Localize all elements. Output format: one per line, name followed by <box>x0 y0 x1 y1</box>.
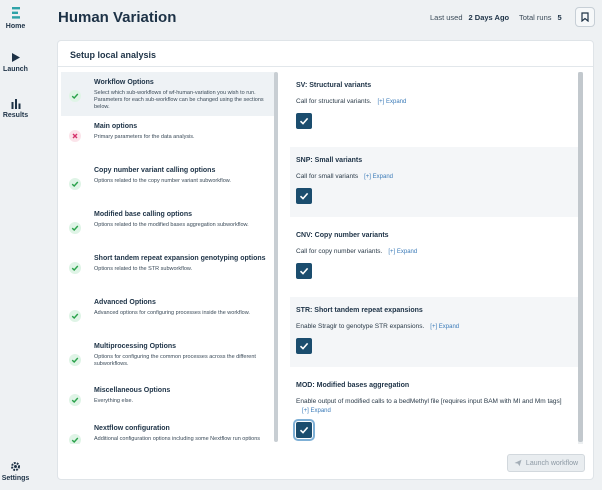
error-x-icon <box>69 130 81 142</box>
step-desc: Everything else. <box>94 398 134 404</box>
option-desc: Call for small variants <box>296 173 359 180</box>
step-name: Copy number variant calling options <box>94 167 216 174</box>
nav-home-label: Home <box>5 23 26 30</box>
expand-link[interactable]: [+] Expand <box>378 99 407 105</box>
send-icon <box>514 459 522 467</box>
step-name: Workflow Options <box>94 79 154 86</box>
expand-link[interactable]: [+] Expand <box>364 174 393 180</box>
expand-link[interactable]: [+] Expand <box>430 324 459 330</box>
step-nextflow-configuration[interactable]: Nextflow configuration Additional config… <box>61 418 275 444</box>
check-circle-icon <box>69 262 81 274</box>
card-title: Setup local analysis <box>70 50 157 60</box>
step-modified-base-options[interactable]: Modified base calling options Options re… <box>61 204 275 248</box>
check-circle-icon <box>69 222 81 234</box>
step-name: Advanced Options <box>94 299 156 306</box>
step-main-options[interactable]: Main options Primary parameters for the … <box>61 116 275 160</box>
expand-link[interactable]: [+] Expand <box>302 408 331 414</box>
play-icon <box>11 53 20 62</box>
option-title: STR: Short tandem repeat expansions <box>296 307 423 314</box>
step-desc: Advanced options for configuring process… <box>94 310 250 316</box>
step-cnv-options[interactable]: Copy number variant calling options Opti… <box>61 160 275 204</box>
bookmark-button[interactable] <box>575 7 595 27</box>
check-circle-icon <box>69 354 81 366</box>
step-name: Miscellaneous Options <box>94 387 171 394</box>
last-used-value: 2 Days Ago <box>468 13 510 22</box>
divider <box>58 66 593 67</box>
step-name: Main options <box>94 123 138 130</box>
logo-icon <box>11 7 20 19</box>
step-desc: Options related to the STR subworkflow. <box>94 266 193 272</box>
last-used: Last used 2 Days Ago <box>430 13 509 22</box>
cnv-checkbox[interactable] <box>296 263 312 279</box>
snp-checkbox[interactable] <box>296 188 312 204</box>
mod-checkbox[interactable] <box>293 419 315 441</box>
step-desc: Options for configuring the common proce… <box>94 354 256 367</box>
check-circle-icon <box>69 90 81 102</box>
option-desc: Enable output of modified calls to a bed… <box>296 398 562 405</box>
step-name: Modified base calling options <box>94 211 193 218</box>
check-icon <box>299 117 309 125</box>
total-runs-label: Total runs <box>519 13 552 22</box>
options-scrollbar[interactable] <box>578 72 583 444</box>
step-multiprocessing-options[interactable]: Multiprocessing Options Options for conf… <box>61 336 275 380</box>
step-desc: Options related to the modified bases ag… <box>94 222 249 228</box>
check-circle-icon <box>69 434 81 444</box>
option-mod: MOD: Modified bases aggregation Enable o… <box>290 372 580 444</box>
option-title: SNP: Small variants <box>296 157 363 164</box>
check-icon <box>299 342 309 350</box>
check-icon <box>299 426 309 434</box>
option-str: STR: Short tandem repeat expansions Enab… <box>290 297 580 367</box>
step-desc: Primary parameters for the data analysis… <box>94 134 195 140</box>
option-desc: Enable Straglr to genotype STR expansion… <box>296 323 425 330</box>
check-circle-icon <box>69 178 81 190</box>
nav-launch[interactable]: Launch <box>0 52 31 73</box>
step-desc: Additional configuration options includi… <box>94 436 261 442</box>
workflow-options-panel: SV: Structural variants Call for structu… <box>290 72 580 444</box>
expand-link[interactable]: [+] Expand <box>388 249 417 255</box>
scrollbar-thumb[interactable] <box>578 72 583 442</box>
step-desc: Select which sub-workflows of wf-human-v… <box>94 90 264 110</box>
option-desc: Call for copy number variants. <box>296 248 383 255</box>
step-name: Multiprocessing Options <box>94 343 177 350</box>
nav-launch-label: Launch <box>3 66 28 73</box>
check-icon <box>299 267 309 275</box>
check-circle-icon <box>69 394 81 406</box>
step-name: Short tandem repeat expansion genotyping… <box>94 255 266 262</box>
gear-icon <box>11 462 20 471</box>
sv-checkbox[interactable] <box>296 113 312 129</box>
launch-workflow-button[interactable]: Launch workflow <box>507 454 585 472</box>
bookmark-icon <box>581 12 589 22</box>
option-title: MOD: Modified bases aggregation <box>296 382 410 389</box>
nav-settings-label: Settings <box>1 475 30 482</box>
nav-home[interactable]: Home <box>0 6 31 30</box>
option-title: SV: Structural variants <box>296 82 372 89</box>
step-desc: Options related to the copy number varia… <box>94 178 231 184</box>
nav-settings[interactable]: Settings <box>0 461 31 482</box>
step-list: Workflow Options Select which sub-workfl… <box>61 72 276 444</box>
page-title: Human Variation <box>58 9 177 26</box>
step-workflow-options[interactable]: Workflow Options Select which sub-workfl… <box>61 72 275 116</box>
total-runs-value: 5 <box>557 13 562 22</box>
side-nav: Home Launch Results Settings <box>0 0 31 490</box>
setup-card: Setup local analysis Workflow Options Se… <box>57 40 594 480</box>
step-name: Nextflow configuration <box>94 425 170 432</box>
step-list-scrollbar[interactable] <box>274 72 278 442</box>
bar-chart-icon <box>11 99 20 109</box>
option-sv: SV: Structural variants Call for structu… <box>290 72 580 142</box>
check-circle-icon <box>69 310 81 322</box>
check-icon <box>299 192 309 200</box>
str-checkbox[interactable] <box>296 338 312 354</box>
option-snp: SNP: Small variants Call for small varia… <box>290 147 580 217</box>
launch-workflow-label: Launch workflow <box>525 459 579 467</box>
nav-results[interactable]: Results <box>0 98 31 119</box>
nav-results-label: Results <box>2 112 29 119</box>
step-advanced-options[interactable]: Advanced Options Advanced options for co… <box>61 292 275 336</box>
option-cnv: CNV: Copy number variants Call for copy … <box>290 222 580 292</box>
last-used-label: Last used <box>430 13 463 22</box>
option-title: CNV: Copy number variants <box>296 232 389 239</box>
total-runs: Total runs 5 <box>519 13 562 22</box>
step-str-options[interactable]: Short tandem repeat expansion genotyping… <box>61 248 275 292</box>
option-desc: Call for structural variants. <box>296 98 372 105</box>
